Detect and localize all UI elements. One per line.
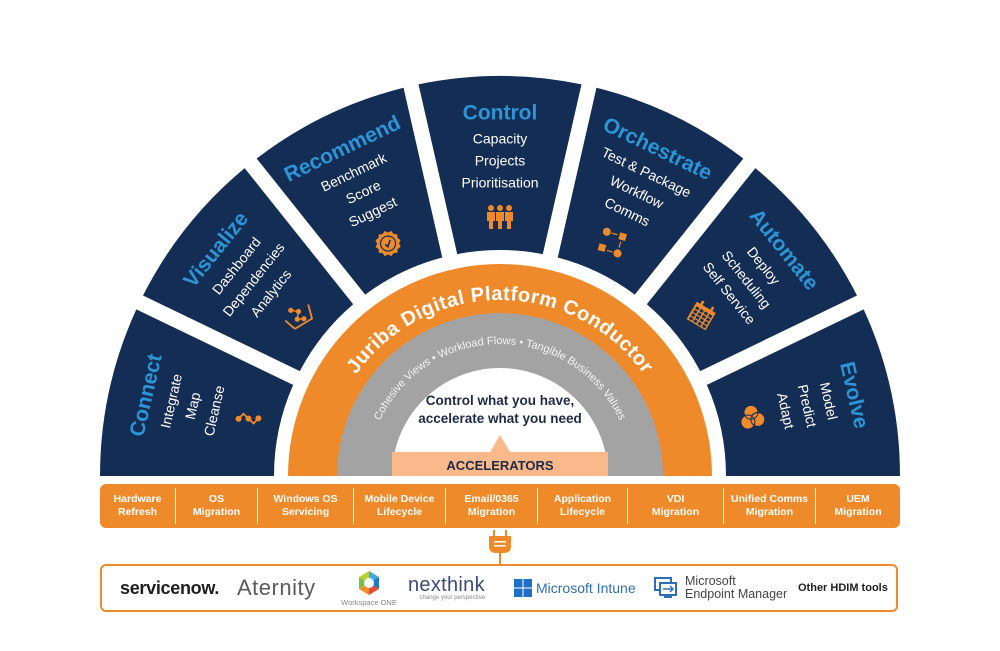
accelerator-line2: Servicing [281,506,330,518]
accelerator-item: Windows OS Servicing [258,488,354,524]
tagline-line1: Control what you have, [426,393,575,408]
accelerator-line1: UEM [846,493,870,505]
accelerator-line1: VDI [666,493,685,505]
accelerator-item: VDI Migration [628,488,724,524]
accelerator-line2: Migration [745,506,794,518]
accelerator-line2: Refresh [117,506,158,518]
accelerator-item: Application Lifecycle [538,488,628,524]
workspace-one-logo: Workspace ONE [334,566,404,610]
accelerator-line2: Lifecycle [560,506,605,518]
workspace-one-label: Workspace ONE [341,597,397,607]
nexthink-tagline: change your perspective [419,595,485,601]
accelerator-line1: Hardware [113,493,162,505]
accelerator-line2: Migration [651,506,700,518]
workspace-one-icon [359,570,379,595]
other-tools-label: Other HDIM tools [798,582,888,594]
platform-diagram: ConnectIntegrateMapCleanseVisualizeDashb… [100,76,900,564]
plug-connector-icon [489,530,511,564]
accelerator-line2: Migration [467,506,516,518]
accelerator-item: Unified Comms Migration [724,488,816,524]
accelerator-item: Email/0365 Migration [446,488,538,524]
nexthink-name: nexthink [408,574,485,596]
accelerator-line2: Migration [834,506,882,518]
accelerator-line2: Migration [192,506,241,518]
accelerator-line1: Application [553,493,612,505]
tagline-line2: accelerate what you need [418,411,582,426]
accelerator-line1: OS [208,493,225,505]
accelerator-item: Mobile Device Lifecycle [354,488,446,524]
servicenow-logo: servicenow. [120,577,220,598]
endpoint-manager-logo: Microsoft Endpoint Manager [654,566,787,610]
accelerator-line1: Windows OS [273,493,338,505]
accelerator-line1: Unified Comms [730,493,808,505]
team-people-icon [487,205,513,229]
tools-bar: servicenow. Aternity Workspace ONE nexth… [100,564,898,612]
accelerator-item: UEM Migration [816,488,900,524]
intune-label: Microsoft Intune [536,580,636,596]
nexthink-logo: nexthink change your perspective [408,566,485,610]
microsoft-intune-logo: Microsoft Intune [514,566,636,610]
accelerator-item: OS Migration [176,488,258,524]
accelerators-band: Hardware Refresh OS Migration Windows OS Serv… [100,484,900,528]
segment-item: Prioritisation [461,175,538,191]
accelerator-item: Hardware Refresh [100,488,176,524]
accelerator-line1: Email/0365 [464,493,519,505]
accelerator-line1: Mobile Device [364,493,435,505]
accelerator-line2: Lifecycle [377,506,422,518]
windows-icon [514,579,532,597]
segment-item: Projects [475,153,526,169]
accelerators-label: ACCELERATORS [446,458,553,473]
segment-title: Control [463,102,538,125]
mem-line2: Endpoint Manager [685,587,788,601]
aternity-logo: Aternity [237,575,316,600]
endpoint-manager-icon [654,577,677,598]
segment-item: Capacity [473,131,527,147]
